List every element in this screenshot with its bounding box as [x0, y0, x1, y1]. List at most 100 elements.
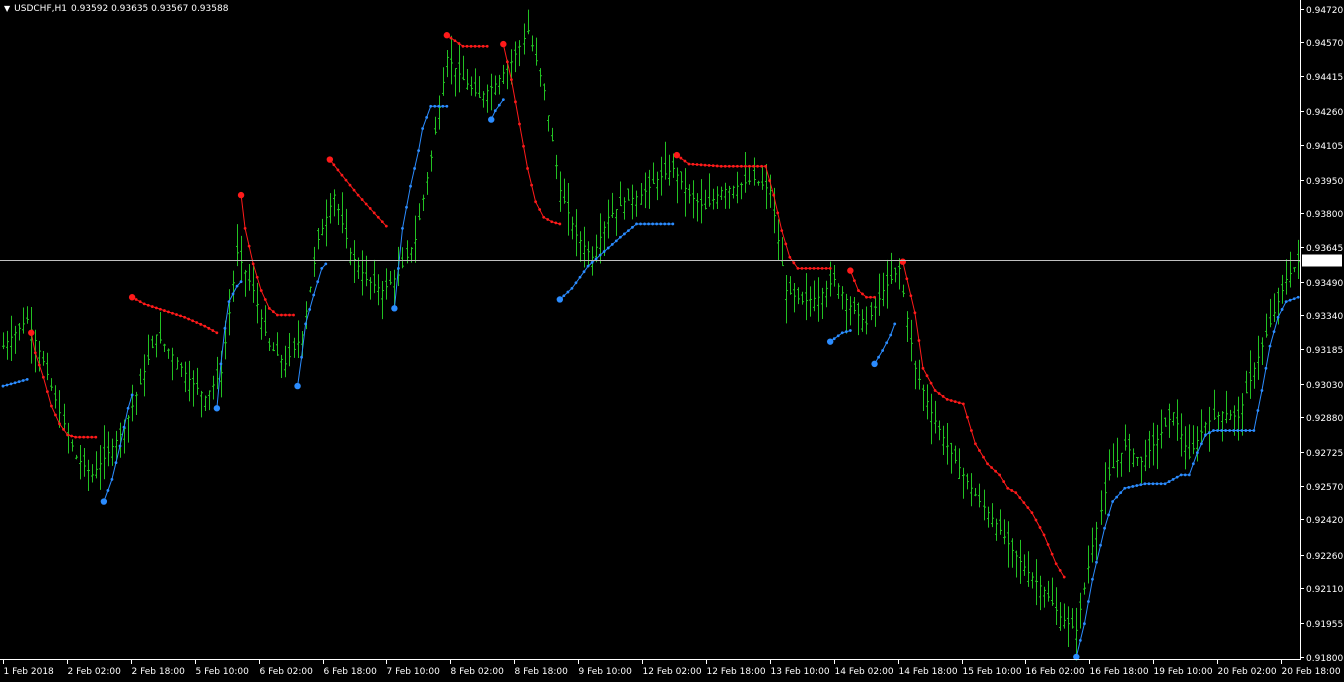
support-dot	[1244, 429, 1248, 432]
resistance-dot	[865, 295, 868, 299]
price-tick-label: 0.93645	[1306, 244, 1343, 254]
support-dot	[594, 257, 598, 261]
support-dot	[425, 115, 429, 119]
support-dot	[413, 167, 416, 170]
resistance-dot	[1054, 562, 1058, 566]
support-dot	[602, 250, 606, 253]
support-dot	[497, 103, 501, 107]
time-tick-label: 19 Feb 10:00	[1154, 667, 1213, 677]
support-dot	[1216, 429, 1219, 432]
time-tick-label: 7 Feb 10:00	[387, 667, 441, 677]
price-chart[interactable]: 0.93588 0.94720 0.94570 0.94415 0.94260 0.94…	[0, 0, 1344, 682]
resistance-dot	[929, 381, 933, 385]
resistance-dot	[808, 266, 812, 270]
support-dot	[1264, 366, 1268, 370]
price-tick-label: 0.93800	[1306, 210, 1343, 220]
resistance-dot	[961, 402, 965, 406]
resistance-start-marker	[28, 329, 35, 336]
resistance-start-marker	[443, 32, 451, 39]
price-tick-label: 0.92420	[1306, 516, 1343, 526]
resistance-dot	[727, 164, 731, 168]
time-tick-label: 6 Feb 18:00	[324, 667, 378, 677]
resistance-dot	[731, 164, 735, 168]
support-dot	[1095, 560, 1098, 564]
resistance-dot	[41, 375, 45, 379]
support-dot	[877, 355, 880, 359]
resistance-dot	[804, 266, 808, 270]
support-dot	[324, 262, 328, 266]
support-dot	[1123, 486, 1127, 490]
support-dot	[304, 322, 308, 326]
time-tick-label: 2 Feb 02:00	[68, 667, 122, 677]
support-dot	[1252, 429, 1256, 432]
resistance-start-marker	[326, 156, 334, 163]
support-dot	[659, 222, 663, 226]
support-dot	[1276, 315, 1280, 319]
support-dot	[610, 242, 614, 246]
support-dot	[1204, 433, 1207, 437]
support-dot	[300, 355, 303, 359]
support-start-marker	[826, 338, 834, 345]
support-dot	[1191, 462, 1195, 466]
support-start-marker	[100, 498, 108, 505]
resistance-dot	[473, 44, 477, 48]
support-dot	[239, 280, 243, 284]
support-dot	[1208, 431, 1211, 435]
resistance-dot	[1026, 506, 1030, 510]
resistance-dot	[356, 193, 360, 197]
resistance-dot	[465, 44, 469, 48]
resistance-dot	[695, 163, 699, 166]
support-dot	[308, 308, 312, 311]
support-dot	[635, 222, 638, 226]
resistance-dot	[66, 433, 69, 437]
support-start-marker	[391, 305, 398, 312]
resistance-dot	[828, 266, 832, 270]
triangle-down-icon[interactable]: ▼	[4, 3, 10, 15]
support-dot	[590, 261, 594, 264]
resistance-dot	[271, 310, 275, 314]
resistance-dot	[134, 298, 138, 301]
resistance-dot	[812, 266, 816, 270]
time-tick-label: 9 Feb 10:00	[579, 667, 633, 677]
chart-window[interactable]: 0.93588 0.94720 0.94570 0.94415 0.94260 0.94…	[0, 0, 1344, 682]
support-dot	[598, 253, 602, 257]
price-tick-label: 0.94105	[1306, 142, 1343, 152]
resistance-dot	[505, 60, 509, 64]
resistance-dot	[142, 302, 146, 306]
resistance-dot	[215, 331, 219, 335]
resistance-dot	[957, 401, 961, 405]
resistance-dot	[945, 397, 949, 401]
time-tick-label: 12 Feb 18:00	[707, 667, 766, 677]
resistance-dot	[1010, 489, 1014, 492]
resistance-dot	[933, 389, 937, 392]
support-dot	[1, 384, 5, 388]
support-dot	[1248, 429, 1252, 432]
price-tick-label: 0.93950	[1306, 177, 1343, 187]
support-dot	[1195, 451, 1199, 455]
resistance-dot	[526, 167, 529, 170]
resistance-dot	[461, 44, 465, 48]
resistance-dot	[211, 329, 215, 332]
resistance-dot	[510, 78, 513, 82]
support-dot	[227, 300, 231, 304]
time-tick-label: 16 Feb 02:00	[1026, 667, 1085, 677]
resistance-dot	[288, 313, 291, 317]
resistance-dot	[542, 215, 546, 219]
support-dot	[25, 378, 29, 381]
support-dot	[1131, 485, 1135, 488]
support-start-marker	[556, 296, 564, 303]
support-dot	[1187, 473, 1191, 477]
support-dot	[1236, 429, 1240, 432]
resistance-dot	[788, 255, 792, 259]
support-dot	[639, 222, 642, 226]
time-tick-label: 20 Feb 02:00	[1218, 667, 1277, 677]
resistance-dot	[352, 188, 356, 192]
support-dot	[622, 232, 626, 236]
price-tick-label: 0.94260	[1306, 108, 1343, 118]
resistance-dot	[921, 366, 925, 370]
resistance-dot	[368, 207, 372, 210]
support-dot	[832, 337, 836, 341]
resistance-dot	[1002, 480, 1006, 483]
resistance-dot	[796, 266, 800, 270]
resistance-dot	[376, 215, 380, 219]
